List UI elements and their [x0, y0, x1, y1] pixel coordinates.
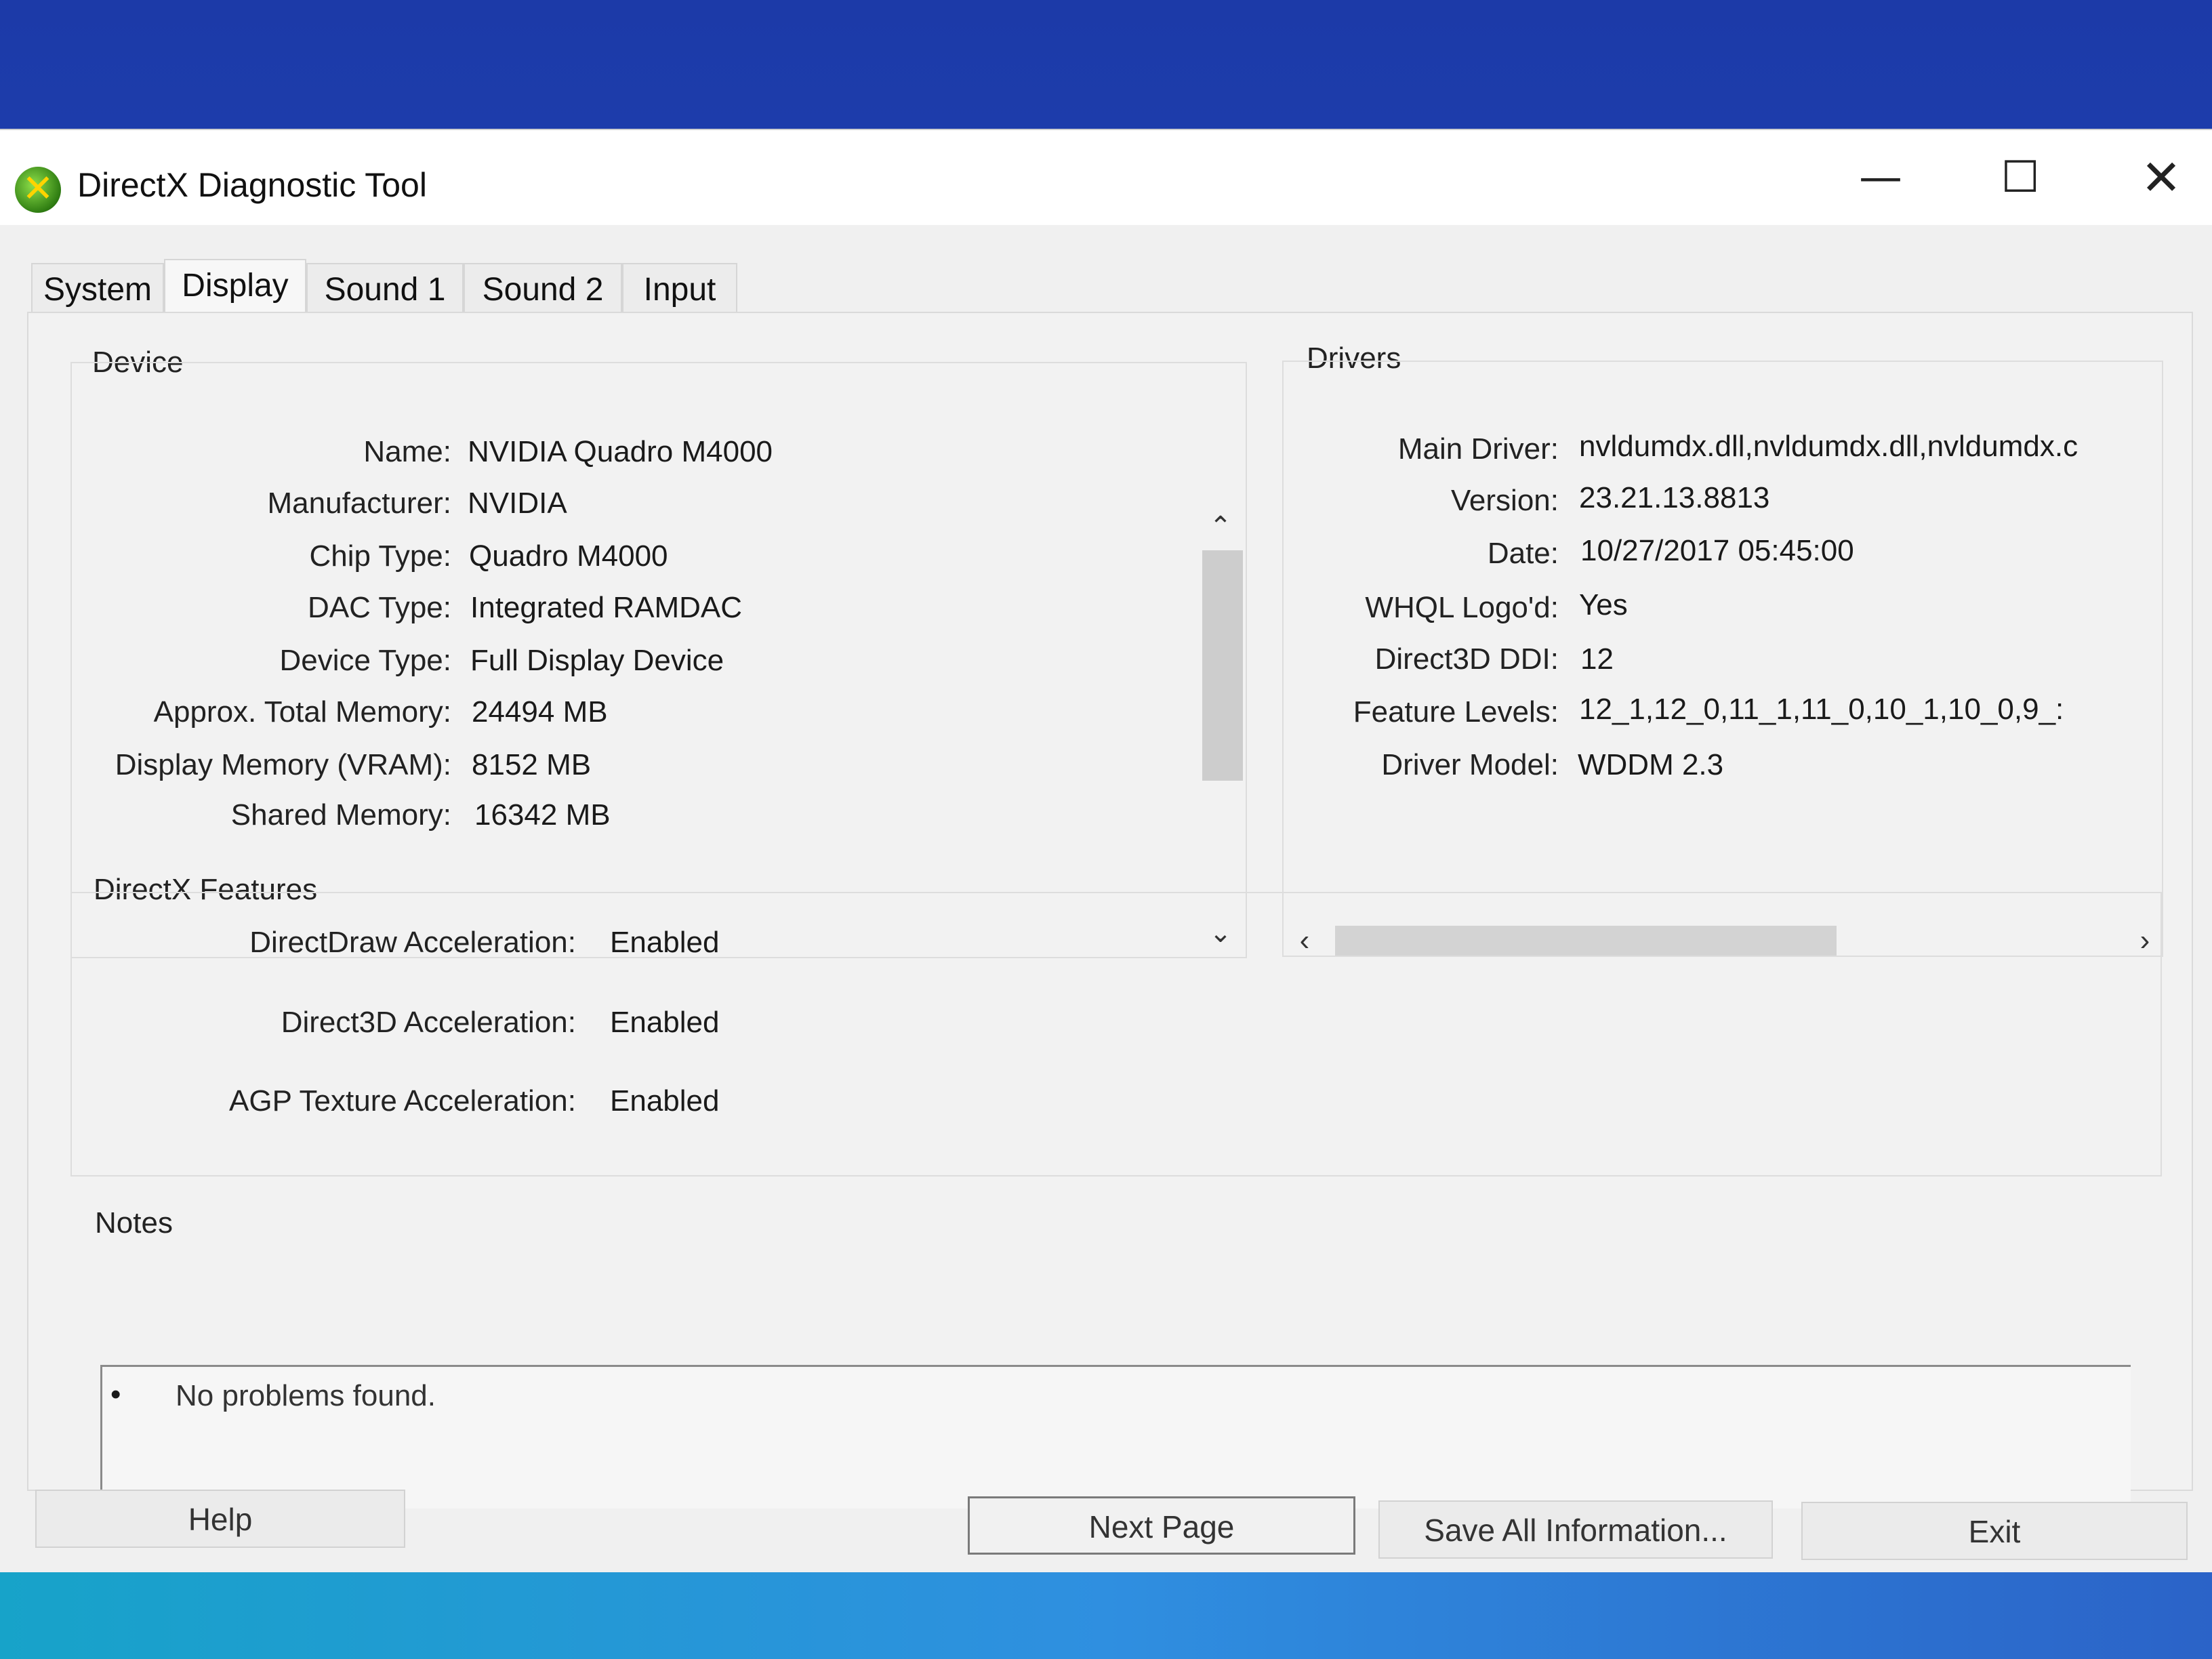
- drivers-value-whql[interactable]: Yes: [1579, 588, 1628, 622]
- close-button[interactable]: ✕: [2110, 144, 2212, 211]
- device-label-device-type: Device Type:: [279, 644, 451, 677]
- vertical-scroll-thumb[interactable]: [1202, 550, 1243, 781]
- tab-system[interactable]: System: [31, 263, 164, 314]
- drivers-label-version: Version:: [1451, 484, 1559, 517]
- drivers-label-driver-model: Driver Model:: [1381, 748, 1559, 781]
- save-all-information-button[interactable]: Save All Information...: [1378, 1500, 1773, 1559]
- device-vertical-scrollbar[interactable]: ⌃ ⌄: [1197, 510, 1244, 948]
- drivers-value-d3d-ddi[interactable]: 12: [1580, 642, 1614, 676]
- feature-label-agp: AGP Texture Acceleration:: [229, 1084, 576, 1118]
- device-value-vram[interactable]: 8152 MB: [472, 748, 591, 782]
- drivers-value-date[interactable]: 10/27/2017 05:45:00: [1580, 534, 1854, 568]
- device-value-device-type[interactable]: Full Display Device: [470, 644, 724, 678]
- drivers-label-feature-levels: Feature Levels:: [1353, 695, 1559, 729]
- scroll-up-icon[interactable]: ⌃: [1197, 510, 1244, 544]
- device-value-manufacturer[interactable]: NVIDIA: [468, 487, 567, 520]
- drivers-value-driver-model[interactable]: WDDM 2.3: [1578, 748, 1723, 782]
- drivers-label-date: Date:: [1487, 537, 1559, 570]
- next-page-button[interactable]: Next Page: [968, 1496, 1355, 1555]
- maximize-button[interactable]: ☐: [1969, 144, 2071, 211]
- window-title: DirectX Diagnostic Tool: [77, 166, 427, 204]
- feature-value-direct3d: Enabled: [610, 1006, 720, 1039]
- dxdiag-window: ✕ DirectX Diagnostic Tool — ☐ ✕ System D…: [0, 129, 2212, 1572]
- drivers-label-d3d-ddi: Direct3D DDI:: [1374, 642, 1559, 676]
- notes-item: No problems found.: [176, 1379, 436, 1412]
- drivers-value-version[interactable]: 23.21.13.8813: [1579, 481, 1769, 515]
- device-value-chip-type[interactable]: Quadro M4000: [469, 539, 668, 573]
- device-value-dac-type[interactable]: Integrated RAMDAC: [470, 591, 742, 625]
- drivers-value-main-driver[interactable]: nvldumdx.dll,nvldumdx.dll,nvldumdx.c: [1579, 430, 2078, 464]
- notes-group-title: Notes: [95, 1206, 173, 1240]
- notes-textbox[interactable]: • No problems found.: [100, 1365, 2131, 1509]
- device-label-vram: Display Memory (VRAM):: [115, 748, 451, 781]
- tab-display[interactable]: Display: [164, 259, 306, 314]
- device-label-dac-type: DAC Type:: [308, 591, 451, 624]
- device-label-chip-type: Chip Type:: [309, 539, 451, 573]
- device-value-shared-memory[interactable]: 16342 MB: [474, 798, 611, 832]
- device-label-shared-memory: Shared Memory:: [230, 798, 451, 832]
- feature-label-directdraw: DirectDraw Acceleration:: [249, 926, 576, 959]
- help-button[interactable]: Help: [35, 1490, 405, 1548]
- feature-value-agp: Enabled: [610, 1084, 720, 1118]
- device-value-name[interactable]: NVIDIA Quadro M4000: [468, 435, 773, 469]
- device-label-total-memory: Approx. Total Memory:: [153, 695, 451, 729]
- directx-app-icon: ✕: [15, 167, 61, 213]
- title-bar: ✕ DirectX Diagnostic Tool — ☐ ✕: [0, 130, 2212, 225]
- drivers-value-feature-levels[interactable]: 12_1,12_0,11_1,11_0,10_1,10_0,9_:: [1579, 693, 2064, 726]
- tab-input[interactable]: Input: [622, 263, 737, 314]
- minimize-button[interactable]: —: [1830, 144, 1931, 211]
- device-label-manufacturer: Manufacturer:: [267, 487, 451, 520]
- device-label-name: Name:: [363, 435, 451, 468]
- feature-label-direct3d: Direct3D Acceleration:: [281, 1006, 576, 1039]
- tab-sound-1[interactable]: Sound 1: [306, 263, 464, 314]
- drivers-label-whql: WHQL Logo'd:: [1365, 591, 1559, 624]
- drivers-label-main-driver: Main Driver:: [1397, 432, 1559, 466]
- device-value-total-memory[interactable]: 24494 MB: [472, 695, 608, 729]
- exit-button[interactable]: Exit: [1801, 1502, 2188, 1560]
- feature-value-directdraw: Enabled: [610, 926, 720, 959]
- desktop-background: [0, 1572, 2212, 1659]
- notes-bullet: •: [110, 1378, 121, 1411]
- tab-sound-2[interactable]: Sound 2: [464, 263, 622, 314]
